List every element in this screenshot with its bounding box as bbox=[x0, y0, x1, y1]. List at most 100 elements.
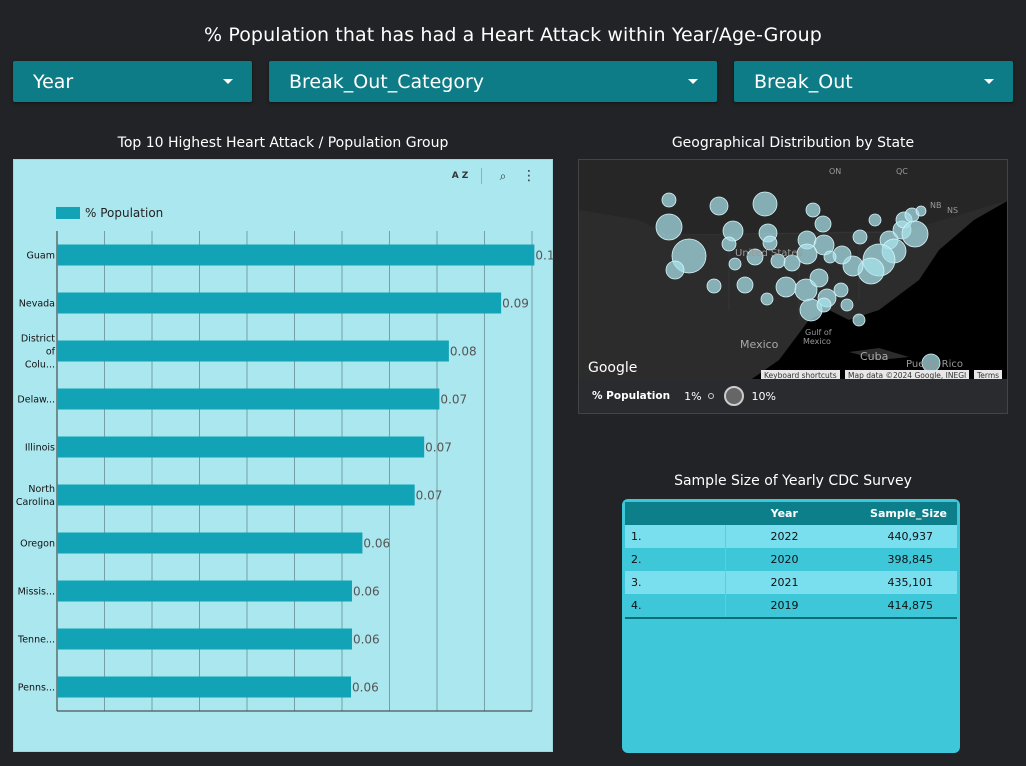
state-bubble bbox=[655, 213, 683, 241]
table-row: 3. 2021 435,101 bbox=[625, 571, 957, 594]
state-bubble bbox=[814, 215, 832, 233]
map-label-on: ON bbox=[829, 167, 842, 176]
state-bubble bbox=[868, 213, 882, 227]
more-vert-icon[interactable]: ⋮ bbox=[516, 166, 542, 186]
state-bubble bbox=[760, 292, 774, 306]
map-label-gulf2: Mexico bbox=[803, 337, 831, 346]
bar-value-label: 0.06 bbox=[353, 585, 380, 599]
row-sample-size: 440,937 bbox=[843, 525, 957, 548]
google-logo: Google bbox=[588, 360, 638, 376]
state-bubble bbox=[805, 202, 821, 218]
bar bbox=[57, 292, 502, 314]
state-bubble bbox=[752, 191, 778, 217]
bar bbox=[57, 676, 352, 698]
state-bubble bbox=[852, 229, 868, 245]
category-label: of bbox=[46, 347, 56, 358]
state-bubble bbox=[728, 257, 742, 271]
row-index: 4. bbox=[625, 594, 726, 619]
category-label: Delaw... bbox=[17, 395, 55, 406]
row-index: 2. bbox=[625, 548, 726, 571]
map-label-mexico: Mexico bbox=[740, 338, 779, 351]
bar-value-label: 0.10 bbox=[535, 249, 554, 263]
state-bubble bbox=[661, 192, 677, 208]
category-label: Colu... bbox=[25, 360, 55, 371]
row-sample-size: 398,845 bbox=[843, 548, 957, 571]
row-sample-size: 414,875 bbox=[843, 594, 957, 619]
bar bbox=[57, 628, 352, 650]
bar-value-label: 0.09 bbox=[502, 297, 529, 311]
state-bubble bbox=[816, 297, 832, 313]
table-row: 1. 2022 440,937 bbox=[625, 525, 957, 548]
chevron-down-icon bbox=[984, 79, 994, 84]
state-bubble bbox=[721, 236, 737, 252]
state-bubble bbox=[709, 196, 729, 216]
category-label: Illinois bbox=[25, 443, 55, 454]
category-label: Carolina bbox=[16, 497, 55, 508]
bar-value-label: 0.07 bbox=[440, 393, 467, 407]
map-label-nb: NB bbox=[930, 201, 942, 210]
chevron-down-icon bbox=[223, 79, 233, 84]
zoom-icon[interactable]: ⌕ bbox=[490, 166, 516, 186]
category-label: Oregon bbox=[20, 539, 55, 550]
header-year[interactable]: Year bbox=[725, 502, 843, 525]
map-panel[interactable]: ON QC NB NS United States Mexico Gulf of… bbox=[578, 159, 1008, 414]
row-year: 2019 bbox=[725, 594, 843, 619]
bar bbox=[57, 484, 415, 506]
row-year: 2020 bbox=[725, 548, 843, 571]
year-filter-label: Year bbox=[33, 70, 74, 93]
break-out-category-filter-label: Break_Out_Category bbox=[289, 70, 485, 93]
table-row: 4. 2019 414,875 bbox=[625, 594, 957, 619]
category-label: Missis... bbox=[18, 587, 55, 598]
bar-value-label: 0.06 bbox=[352, 681, 379, 695]
table-header-row: Year Sample_Size bbox=[625, 502, 957, 525]
break-out-filter[interactable]: Break_Out bbox=[734, 61, 1013, 102]
map-legend-label: % Population bbox=[592, 390, 671, 402]
bar bbox=[57, 388, 440, 410]
bar-chart: 0.10 Guam 0.09 Nevada 0.08 District of Colu... 0… bbox=[16, 231, 554, 712]
chart-toolbar: A Z ⌕ ⋮ bbox=[447, 166, 542, 186]
category-label: Nevada bbox=[19, 299, 55, 310]
legend-label: % Population bbox=[85, 206, 164, 220]
toolbar-divider bbox=[481, 168, 482, 184]
break-out-category-filter[interactable]: Break_Out_Category bbox=[269, 61, 717, 102]
category-label: Tenne... bbox=[17, 635, 55, 646]
table-row: 2. 2020 398,845 bbox=[625, 548, 957, 571]
bar bbox=[57, 532, 363, 554]
map-legend-max: 10% bbox=[751, 389, 776, 403]
chevron-down-icon bbox=[688, 79, 698, 84]
state-bubble bbox=[706, 278, 722, 294]
row-index: 1. bbox=[625, 525, 726, 548]
map-label-gulf1: Gulf of bbox=[805, 328, 832, 337]
state-bubble bbox=[665, 260, 685, 280]
map-label-qc: QC bbox=[896, 167, 908, 176]
header-index[interactable] bbox=[625, 502, 726, 525]
page-title: % Population that has had a Heart Attack… bbox=[204, 24, 822, 46]
year-filter[interactable]: Year bbox=[13, 61, 252, 102]
state-bubble bbox=[736, 276, 754, 294]
map-legend: % Population 1% 10% bbox=[579, 379, 1007, 413]
header-sample-size[interactable]: Sample_Size bbox=[843, 502, 957, 525]
us-map[interactable] bbox=[579, 160, 1008, 381]
map-legend-min: 1% bbox=[684, 389, 702, 403]
break-out-filter-label: Break_Out bbox=[754, 70, 853, 93]
state-bubble bbox=[809, 268, 829, 288]
bar bbox=[57, 340, 449, 362]
state-bubble bbox=[901, 220, 929, 248]
category-label: North bbox=[28, 484, 55, 495]
sample-size-table-panel: Year Sample_Size 1. 2022 440,937 2. 2020… bbox=[622, 499, 960, 753]
sort-az-icon[interactable]: A Z bbox=[447, 166, 473, 186]
bar-value-label: 0.07 bbox=[416, 489, 443, 503]
category-label: District bbox=[21, 334, 55, 345]
state-bubble bbox=[775, 276, 797, 298]
chart-legend: % Population bbox=[56, 206, 163, 220]
map-label-ns: NS bbox=[947, 206, 959, 215]
bar-value-label: 0.06 bbox=[363, 537, 390, 551]
map-label-pr: Puerto Rico bbox=[906, 359, 964, 370]
bar bbox=[57, 244, 535, 266]
state-bubble bbox=[852, 313, 866, 327]
bar-chart-title: Top 10 Highest Heart Attack / Population… bbox=[117, 135, 449, 151]
bar-value-label: 0.07 bbox=[425, 441, 452, 455]
bar-chart-panel: 0.10 Guam 0.09 Nevada 0.08 District of Colu... 0… bbox=[13, 159, 554, 752]
map-title: Geographical Distribution by State bbox=[671, 135, 915, 151]
small-bubble-icon bbox=[707, 393, 714, 399]
